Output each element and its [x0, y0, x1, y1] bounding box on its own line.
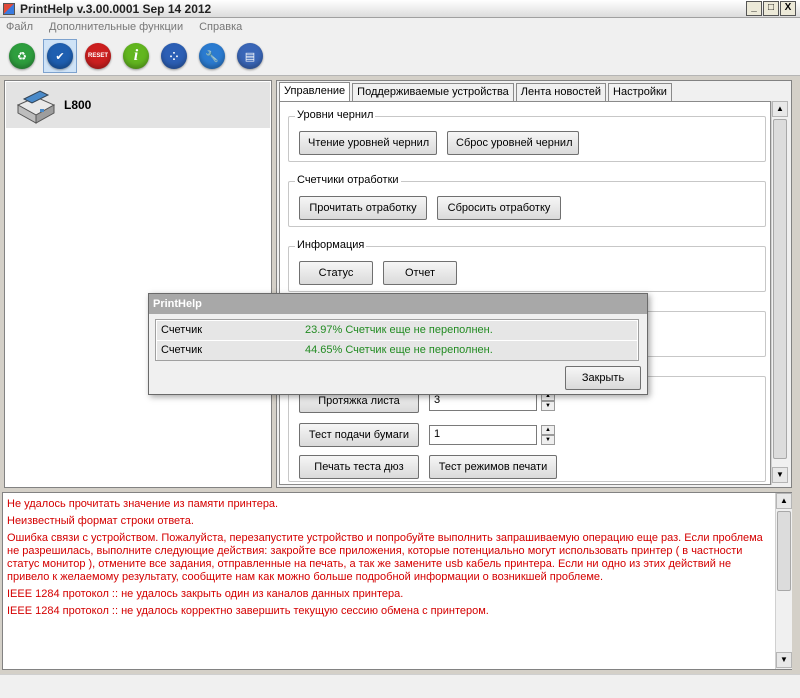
wrench-icon: 🔧 [199, 43, 225, 69]
tab-control[interactable]: Управление [279, 82, 351, 102]
waste-counters-title: Счетчики отработки [295, 174, 401, 186]
book-icon: ▤ [237, 43, 263, 69]
counters-dialog: PrintHelp Счетчик 23.97% Счетчик еще не … [148, 293, 648, 395]
paper-feed-test-spinner[interactable]: ▲ ▼ [541, 425, 555, 445]
tab-supported-devices[interactable]: Поддерживаемые устройства [352, 83, 514, 101]
menu-file[interactable]: Файл [6, 21, 33, 33]
scroll-thumb[interactable] [773, 119, 787, 459]
information-group: Информация Статус Отчет [288, 239, 766, 292]
info-icon: i [123, 43, 149, 69]
paper-feed-test-button[interactable]: Тест подачи бумаги [299, 423, 419, 447]
list-item[interactable]: Счетчик 23.97% Счетчик еще не переполнен… [157, 321, 637, 340]
info-tool-button[interactable]: i [119, 39, 153, 73]
scroll-down-icon[interactable]: ▼ [776, 652, 792, 668]
tab-news-feed[interactable]: Лента новостей [515, 83, 607, 101]
scroll-down-icon[interactable]: ▼ [772, 467, 788, 483]
counter-name: Счетчик [161, 344, 203, 356]
control-panel: Управление Поддерживаемые устройства Лен… [276, 80, 792, 488]
menu-help[interactable]: Справка [199, 21, 242, 33]
close-dialog-button[interactable]: Закрыть [565, 366, 641, 390]
spin-down-icon[interactable]: ▼ [541, 435, 555, 445]
log-line: IEEE 1284 протокол :: не удалось коррект… [7, 605, 489, 617]
panel-scrollbar[interactable]: ▲ ▼ [771, 101, 788, 485]
spin-up-icon[interactable]: ▲ [541, 425, 555, 435]
window-title: PrintHelp v.3.00.0001 Sep 14 2012 [20, 2, 212, 16]
nozzle-check-button[interactable]: Печать теста дюз [299, 455, 419, 479]
tab-settings[interactable]: Настройки [608, 83, 672, 101]
check-tool-button[interactable]: ✔ [43, 39, 77, 73]
counter-value: 44.65% Счетчик еще не переполнен. [305, 344, 493, 356]
title-bar: PrintHelp v.3.00.0001 Sep 14 2012 _ □ X [0, 0, 800, 18]
list-item[interactable]: Счетчик 44.65% Счетчик еще не переполнен… [157, 341, 637, 360]
reset-icon: RESET [85, 43, 111, 69]
app-icon [3, 3, 15, 15]
status-button[interactable]: Статус [299, 261, 373, 285]
printer-list: L800 [4, 80, 272, 488]
counter-name: Счетчик [161, 324, 203, 336]
spin-down-icon[interactable]: ▼ [541, 401, 555, 411]
read-ink-levels-button[interactable]: Чтение уровней чернил [299, 131, 437, 155]
network-icon: ⁘ [161, 43, 187, 69]
print-modes-test-button[interactable]: Тест режимов печати [429, 455, 557, 479]
report-button[interactable]: Отчет [383, 261, 457, 285]
recycle-icon: ♻ [9, 43, 35, 69]
waste-counters-group: Счетчики отработки Прочитать отработку С… [288, 174, 766, 227]
close-window-button[interactable]: X [780, 1, 796, 16]
printer-icon [16, 90, 56, 124]
toolbar: ♻ ✔ RESET i ⁘ 🔧 ▤ [0, 36, 800, 76]
maximize-button[interactable]: □ [763, 1, 779, 16]
scroll-thumb[interactable] [777, 511, 791, 591]
read-counters-button[interactable]: Прочитать отработку [299, 196, 427, 220]
tab-strip: Управление Поддерживаемые устройства Лен… [279, 82, 674, 102]
log-line: Неизвестный формат строки ответа. [7, 515, 194, 527]
message-log: Не удалось прочитать значение из памяти … [2, 492, 792, 670]
printer-list-item[interactable]: L800 [6, 82, 270, 128]
ink-levels-group: Уровни чернил Чтение уровней чернил Сбро… [288, 109, 766, 162]
network-tool-button[interactable]: ⁘ [157, 39, 191, 73]
reset-counters-button[interactable]: Сбросить отработку [437, 196, 561, 220]
log-line: Ошибка связи с устройством. Пожалуйста, … [7, 532, 763, 583]
minimize-button[interactable]: _ [746, 1, 762, 16]
log-scrollbar[interactable]: ▲ ▼ [775, 493, 792, 669]
menu-bar: Файл Дополнительные функции Справка [0, 18, 800, 36]
scroll-up-icon[interactable]: ▲ [776, 493, 792, 509]
window-controls: _ □ X [746, 1, 796, 16]
log-line: IEEE 1284 протокол :: не удалось закрыть… [7, 588, 404, 600]
wrench-tool-button[interactable]: 🔧 [195, 39, 229, 73]
book-tool-button[interactable]: ▤ [233, 39, 267, 73]
paper-feed-test-input[interactable]: 1 [429, 425, 537, 445]
reset-ink-levels-button[interactable]: Сброс уровней чернил [447, 131, 579, 155]
status-bar [0, 674, 800, 698]
scroll-up-icon[interactable]: ▲ [772, 101, 788, 117]
counters-list: Счетчик 23.97% Счетчик еще не переполнен… [155, 319, 639, 361]
ink-levels-title: Уровни чернил [295, 109, 376, 121]
recycle-tool-button[interactable]: ♻ [5, 39, 39, 73]
counter-value: 23.97% Счетчик еще не переполнен. [305, 324, 493, 336]
check-icon: ✔ [47, 43, 73, 69]
reset-tool-button[interactable]: RESET [81, 39, 115, 73]
dialog-title: PrintHelp [149, 294, 647, 314]
log-line: Не удалось прочитать значение из памяти … [7, 498, 279, 510]
printer-name: L800 [64, 98, 92, 112]
menu-extra-functions[interactable]: Дополнительные функции [49, 21, 183, 33]
information-title: Информация [295, 239, 367, 251]
